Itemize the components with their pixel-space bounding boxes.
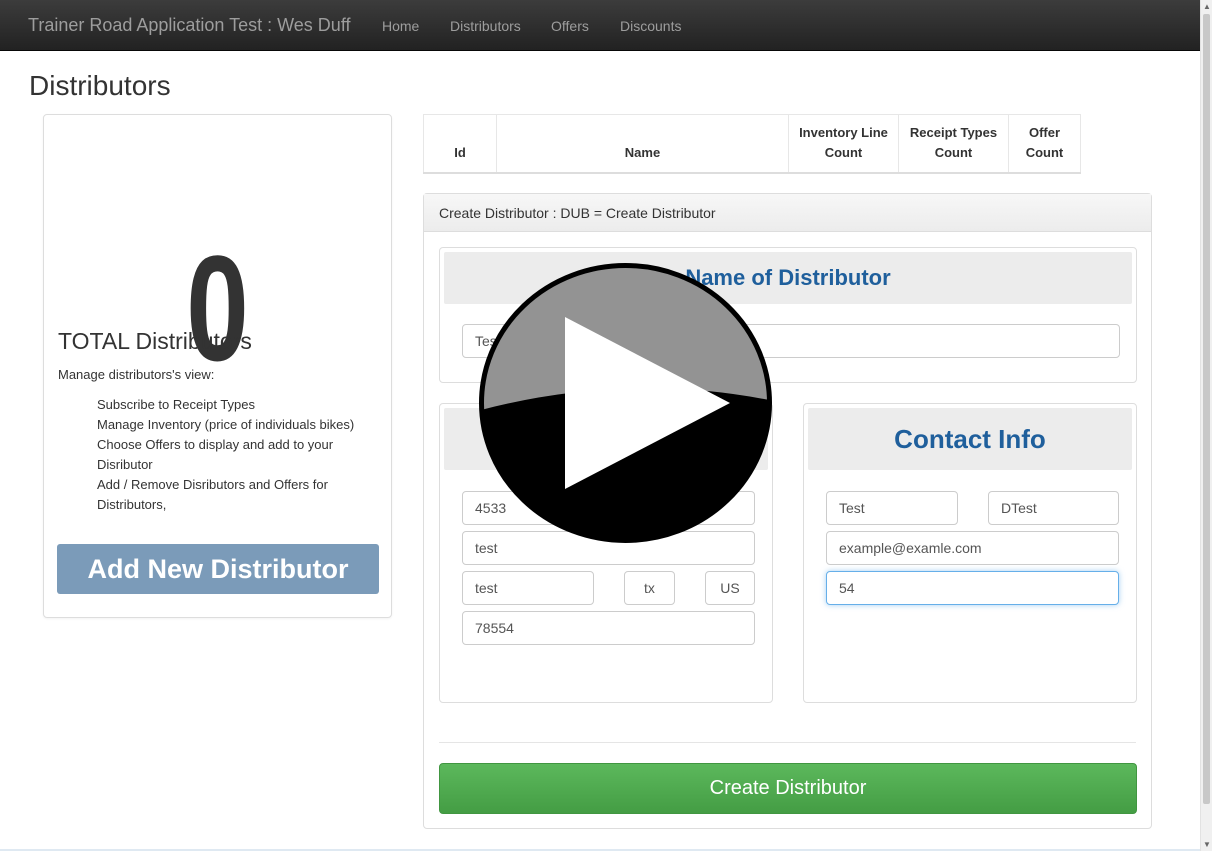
- feature-item: Choose Offers to display and add to your…: [97, 437, 334, 472]
- navbar-brand[interactable]: Trainer Road Application Test : Wes Duff: [28, 15, 351, 36]
- city-input[interactable]: [462, 571, 594, 605]
- distributor-summary-panel: 0 TOTAL Distributors Manage distributors…: [43, 114, 392, 618]
- state-input[interactable]: [624, 571, 675, 605]
- column-header-offer-count[interactable]: Offer Count: [1008, 114, 1081, 174]
- phone-input[interactable]: [826, 571, 1119, 605]
- add-new-distributor-button[interactable]: Add New Distributor: [57, 544, 379, 594]
- create-distributor-heading: Create Distributor : DUB = Create Distri…: [424, 194, 1151, 232]
- scroll-thumb[interactable]: [1203, 14, 1210, 804]
- page-scrollbar[interactable]: ▲ ▼: [1200, 0, 1212, 851]
- email-input[interactable]: [826, 531, 1119, 565]
- contact-section-heading: Contact Info: [808, 408, 1132, 470]
- nav-link-discounts[interactable]: Discounts: [620, 18, 681, 34]
- manage-description: Manage distributors's view:: [58, 367, 215, 382]
- top-navbar: Trainer Road Application Test : Wes Duff…: [0, 0, 1200, 51]
- distributors-table: Id Name Inventory Line Count Receipt Typ…: [423, 114, 1081, 174]
- nav-link-distributors[interactable]: Distributors: [450, 18, 521, 34]
- scroll-up-arrow-icon[interactable]: ▲: [1203, 2, 1211, 11]
- create-distributor-button[interactable]: Create Distributor: [439, 763, 1137, 814]
- table-header-row: Id Name Inventory Line Count Receipt Typ…: [423, 114, 1081, 174]
- feature-item: Add / Remove Disributors and Offers for …: [97, 477, 328, 512]
- feature-item: Subscribe to Receipt Types: [97, 397, 256, 412]
- address-section-heading: [444, 408, 768, 470]
- distributor-count: 0: [186, 224, 249, 392]
- create-distributor-panel: Create Distributor : DUB = Create Distri…: [423, 193, 1152, 829]
- country-input[interactable]: [705, 571, 755, 605]
- page-title: Distributors: [29, 70, 171, 101]
- column-header-inventory-line-count[interactable]: Inventory Line Count: [788, 114, 899, 174]
- scroll-down-arrow-icon[interactable]: ▼: [1203, 840, 1211, 849]
- first-name-input[interactable]: [826, 491, 958, 525]
- street-address-input[interactable]: [462, 491, 755, 525]
- column-header-id[interactable]: Id: [423, 114, 497, 174]
- feature-list: Subscribe to Receipt Types Manage Invent…: [97, 395, 367, 515]
- feature-item: Manage Inventory (price of individuals b…: [97, 417, 355, 432]
- address-section: [439, 403, 773, 703]
- street-address-2-input[interactable]: [462, 531, 755, 565]
- contact-section: Contact Info: [803, 403, 1137, 703]
- total-distributors-label: TOTAL Distributors: [58, 328, 252, 354]
- name-section: Name of Distributor: [439, 247, 1137, 383]
- column-header-receipt-types-count[interactable]: Receipt Types Count: [898, 114, 1009, 174]
- column-header-name[interactable]: Name: [496, 114, 789, 174]
- last-name-input[interactable]: [988, 491, 1119, 525]
- zip-code-input[interactable]: [462, 611, 755, 645]
- distributor-name-input[interactable]: [462, 324, 1120, 358]
- nav-link-home[interactable]: Home: [382, 18, 419, 34]
- nav-link-offers[interactable]: Offers: [551, 18, 589, 34]
- form-divider: [439, 742, 1136, 743]
- name-section-heading: Name of Distributor: [444, 252, 1132, 304]
